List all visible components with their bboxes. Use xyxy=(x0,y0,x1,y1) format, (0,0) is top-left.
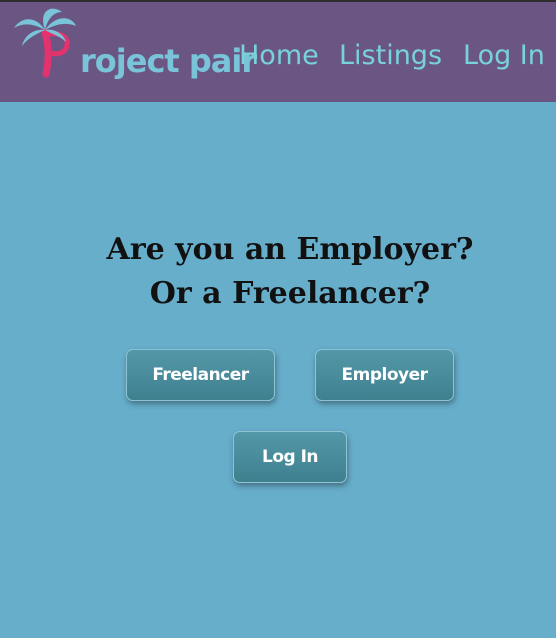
site-logo[interactable]: roject pair xyxy=(12,6,257,82)
employer-button[interactable]: Employer xyxy=(315,349,454,401)
nav-home-link[interactable]: Home xyxy=(239,40,319,71)
heading-line-2: Or a Freelancer? xyxy=(149,276,431,311)
nav-listings-link[interactable]: Listings xyxy=(339,40,442,71)
freelancer-button[interactable]: Freelancer xyxy=(126,349,275,401)
site-header: roject pair Home Listings Log In xyxy=(0,2,556,102)
logo-text: roject pair xyxy=(80,42,257,80)
nav-login-link[interactable]: Log In xyxy=(463,40,545,71)
heading-line-1: Are you an Employer? xyxy=(106,232,474,267)
login-button[interactable]: Log In xyxy=(233,431,347,483)
page-heading: Are you an Employer? Or a Freelancer? xyxy=(0,228,556,316)
